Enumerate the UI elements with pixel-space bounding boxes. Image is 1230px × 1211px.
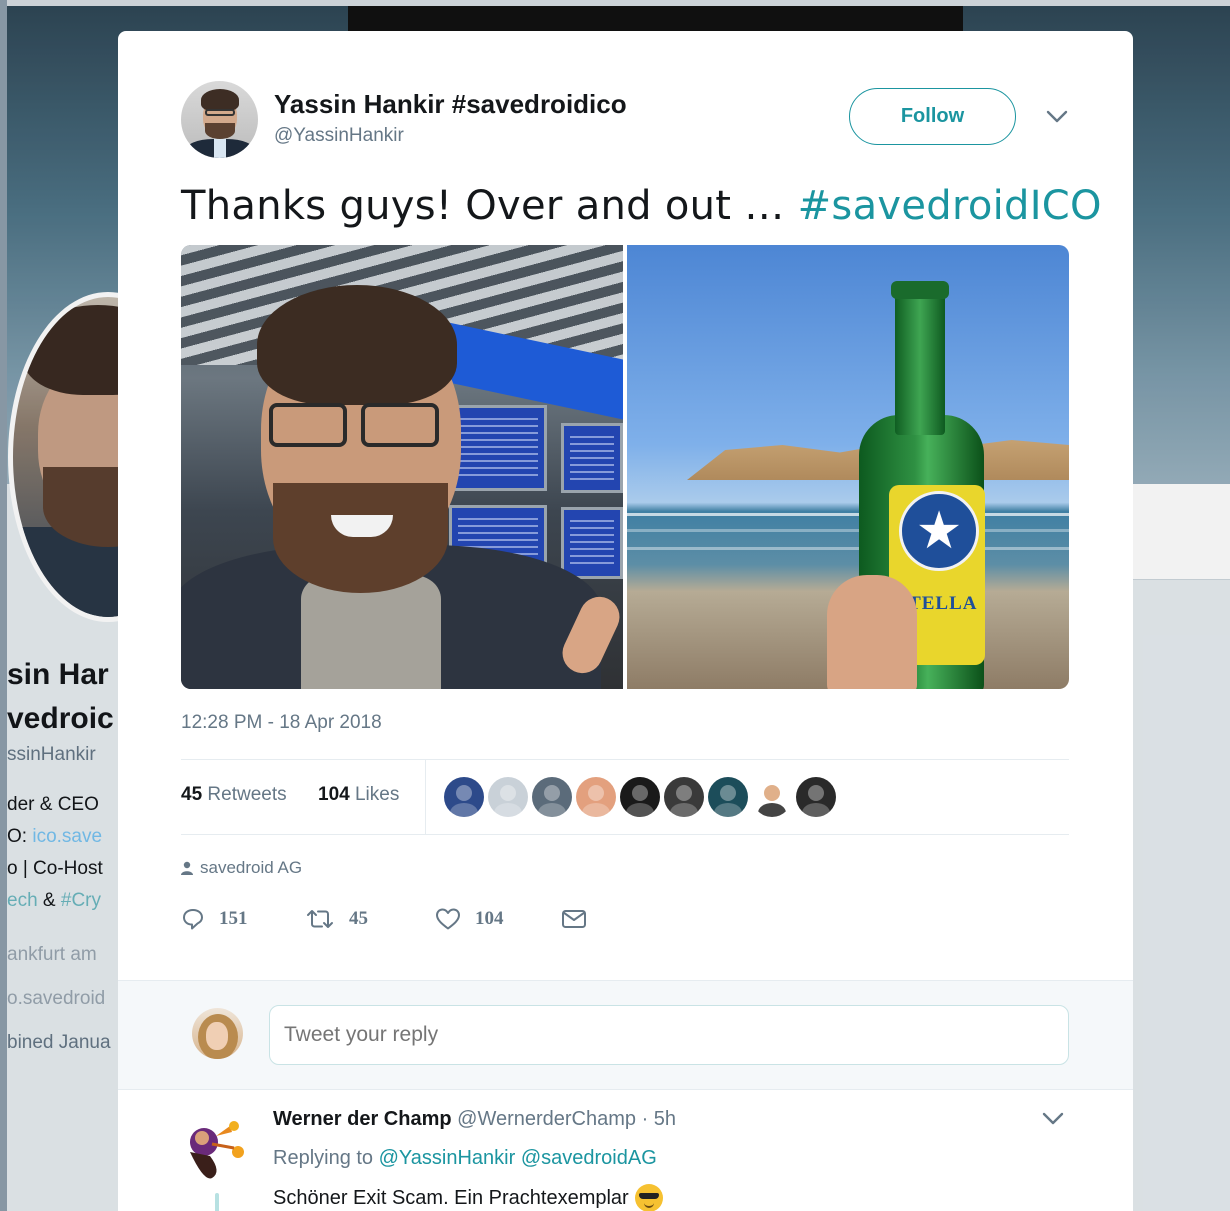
author-name[interactable]: Yassin Hankir #savedroidico: [274, 89, 627, 120]
user-icon: [181, 861, 193, 875]
heart-icon: [436, 908, 460, 930]
reply-author-name[interactable]: Werner der Champ: [273, 1108, 452, 1130]
tweet-text: Thanks guys! Over and out … #savedroidIC…: [181, 183, 1102, 229]
like-action[interactable]: 104: [435, 907, 561, 931]
retweets-stat[interactable]: 45 Retweets: [181, 784, 287, 806]
retweets-count: 45: [181, 784, 203, 805]
photo-airport-selfie[interactable]: [181, 245, 623, 689]
tweet-modal: Yassin Hankir #savedroidico @YassinHanki…: [118, 31, 1133, 1211]
liker-avatar-8[interactable]: [752, 777, 792, 817]
liker-avatar-7[interactable]: [708, 777, 748, 817]
envelope-icon: [562, 910, 586, 928]
likes-label: Likes: [354, 784, 400, 805]
reply-author[interactable]: Werner der Champ @WernerderChamp · 5h: [273, 1108, 676, 1131]
reply-mention-2[interactable]: @savedroidAG: [521, 1147, 657, 1169]
liker-avatar-1[interactable]: [444, 777, 484, 817]
current-user-avatar[interactable]: [192, 1008, 243, 1059]
reply-composer: [118, 980, 1133, 1090]
retweet-action[interactable]: 45: [305, 908, 435, 930]
liker-avatar-6[interactable]: [664, 777, 704, 817]
replying-to-label: Replying to: [273, 1147, 379, 1169]
reply-thread-line: [215, 1193, 219, 1211]
tweet-options-chevron-down-icon[interactable]: [1043, 103, 1071, 131]
author-avatar[interactable]: [181, 81, 258, 158]
tweet-source: savedroid AG: [181, 858, 302, 878]
reply-icon: [183, 909, 203, 930]
like-count: 104: [475, 908, 504, 929]
tweet-text-body: Thanks guys! Over and out …: [181, 183, 798, 229]
follow-button[interactable]: Follow: [849, 88, 1016, 145]
liker-avatar-5[interactable]: [620, 777, 660, 817]
retweets-label: Retweets: [207, 784, 287, 805]
stats-divider: [425, 760, 426, 835]
tweet-timestamp[interactable]: 12:28 PM - 18 Apr 2018: [181, 712, 382, 734]
liker-avatar-2[interactable]: [488, 777, 528, 817]
retweet-icon: [307, 910, 333, 928]
source-label: savedroid AG: [200, 858, 303, 877]
retweet-count: 45: [349, 908, 368, 929]
tweet-hashtag-link[interactable]: #savedroidICO: [798, 183, 1102, 229]
tweet-stats: 45 Retweets 104 Likes: [181, 759, 1069, 835]
reply-tweet[interactable]: Werner der Champ @WernerderChamp · 5h Re…: [118, 1090, 1133, 1211]
likes-count: 104: [318, 784, 350, 805]
star-icon: ★: [899, 491, 979, 571]
likes-stat[interactable]: 104 Likes: [318, 784, 399, 806]
reply-author-handle[interactable]: @WernerderChamp: [457, 1108, 636, 1130]
replying-to: Replying to @YassinHankir @savedroidAG: [273, 1147, 657, 1170]
reply-options-chevron-down-icon[interactable]: [1042, 1112, 1064, 1126]
liker-avatars: [444, 777, 836, 817]
reply-action[interactable]: 151: [181, 907, 305, 931]
reply-author-avatar[interactable]: [182, 1112, 246, 1182]
reply-text: Schöner Exit Scam. Ein Prachtexemplar: [273, 1184, 663, 1211]
sunglasses-emoji-icon: [634, 1184, 663, 1211]
photo-beach-bottle[interactable]: ★ STELLA: [627, 245, 1069, 689]
tweet-actions: 151 45 104: [181, 899, 587, 939]
liker-avatar-4[interactable]: [576, 777, 616, 817]
author-handle[interactable]: @YassinHankir: [274, 125, 404, 147]
reply-input[interactable]: [269, 1005, 1069, 1065]
liker-avatar-9[interactable]: [796, 777, 836, 817]
liker-avatar-3[interactable]: [532, 777, 572, 817]
tweet-media: ★ STELLA: [181, 245, 1069, 689]
direct-message-action[interactable]: [561, 908, 587, 930]
reply-time[interactable]: · 5h: [636, 1108, 676, 1130]
reply-count: 151: [219, 908, 248, 929]
reply-text-body: Schöner Exit Scam. Ein Prachtexemplar: [273, 1186, 629, 1209]
reply-mention-1[interactable]: @YassinHankir: [379, 1147, 516, 1169]
